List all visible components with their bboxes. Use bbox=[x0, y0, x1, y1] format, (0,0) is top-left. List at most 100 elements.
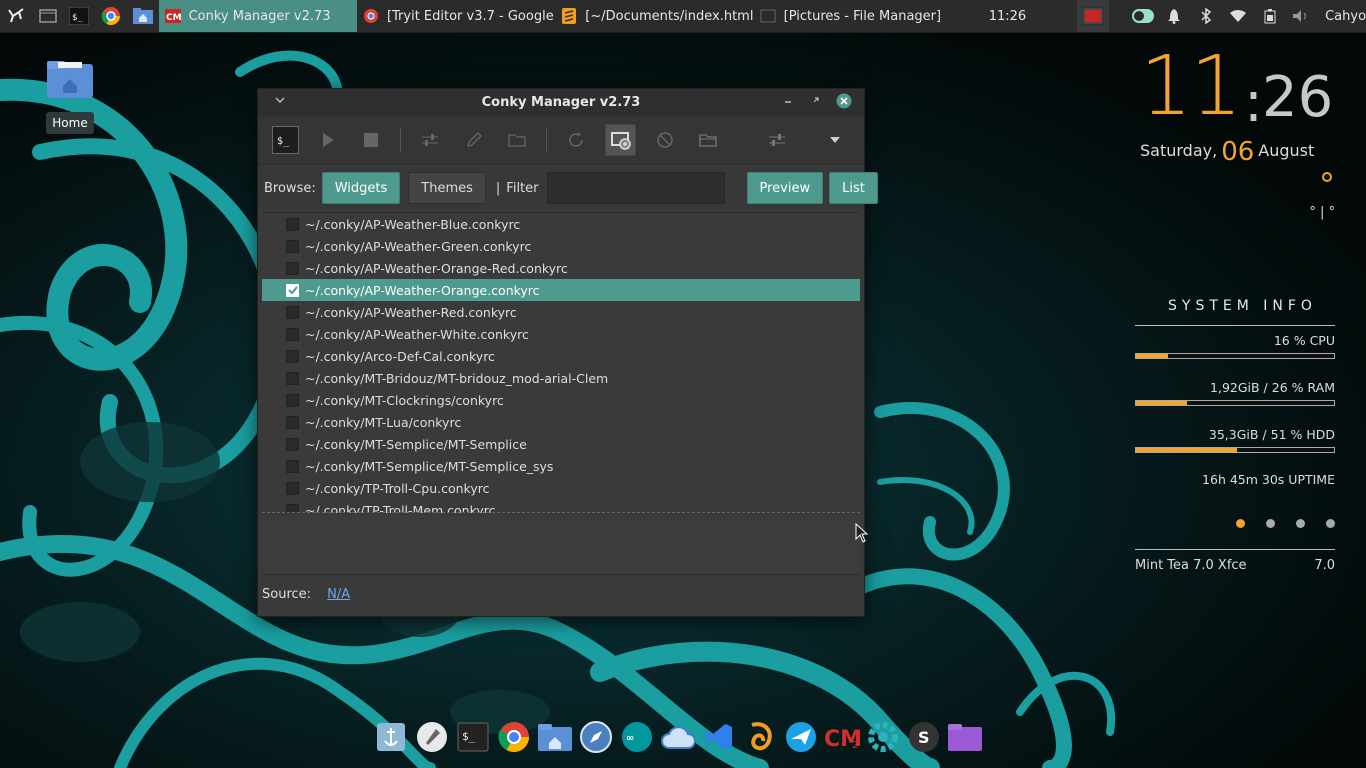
window-icon bbox=[38, 9, 57, 23]
filter-input[interactable] bbox=[546, 172, 725, 204]
panel-clock[interactable]: 11:26 bbox=[968, 9, 1047, 24]
widget-checkbox[interactable] bbox=[286, 393, 299, 407]
task-file-manager[interactable]: [Pictures - File Manager] bbox=[754, 0, 972, 32]
page-dot[interactable] bbox=[1326, 519, 1335, 528]
widget-checkbox[interactable] bbox=[286, 305, 299, 319]
edit-file-button[interactable] bbox=[459, 125, 487, 155]
widget-list-row[interactable]: ~/.conky/Arco-Def-Cal.conkyrc bbox=[262, 345, 860, 367]
task-sublime[interactable]: [~/Documents/index.html ... bbox=[555, 0, 754, 32]
widgets-button[interactable]: Widgets bbox=[321, 172, 401, 204]
page-dot[interactable] bbox=[1296, 519, 1305, 528]
widget-list-row[interactable]: ~/.conky/AP-Weather-Orange-Red.conkyrc bbox=[262, 257, 860, 279]
widget-checkbox[interactable] bbox=[286, 437, 299, 451]
kill-all-button[interactable] bbox=[651, 125, 679, 155]
maximize-icon[interactable] bbox=[810, 94, 822, 110]
widget-checkbox[interactable] bbox=[286, 415, 299, 429]
sysinfo-divider bbox=[1135, 325, 1335, 326]
dock-arduino[interactable]: ∞ bbox=[619, 719, 655, 755]
page-dot-active[interactable] bbox=[1236, 519, 1245, 528]
widget-list-row[interactable]: ~/.conky/MT-Bridouz/MT-bridouz_mod-arial… bbox=[262, 367, 860, 389]
themes-button[interactable]: Themes bbox=[408, 172, 486, 204]
s-app-icon: S bbox=[908, 722, 939, 752]
dock-conky-manager[interactable]: CM 2 bbox=[824, 719, 860, 755]
window-titlebar[interactable]: Conky Manager v2.73 bbox=[258, 89, 864, 116]
widget-list-row[interactable]: ~/.conky/AP-Weather-Blue.conkyrc bbox=[262, 213, 860, 235]
dock-sublime[interactable] bbox=[742, 719, 778, 755]
widget-path: ~/.conky/TP-Troll-Cpu.conkyrc bbox=[305, 480, 490, 496]
widget-checkbox[interactable] bbox=[286, 481, 299, 495]
widget-list-row[interactable]: ~/.conky/TP-Troll-Cpu.conkyrc bbox=[262, 477, 860, 499]
page-dot[interactable] bbox=[1266, 519, 1275, 528]
widget-list-row[interactable]: ~/.conky/TP-Troll-Mem.conkyrc bbox=[262, 499, 860, 513]
start-button[interactable] bbox=[314, 125, 342, 155]
chrome-launcher[interactable] bbox=[95, 0, 127, 32]
play-icon bbox=[322, 133, 334, 147]
toggle-tray[interactable] bbox=[1127, 0, 1159, 32]
desktop-home-shortcut[interactable]: Home bbox=[44, 60, 96, 134]
show-desktop-button[interactable] bbox=[32, 0, 64, 32]
battery-tray[interactable] bbox=[1254, 0, 1286, 32]
widget-list-row[interactable]: ~/.conky/AP-Weather-Green.conkyrc bbox=[262, 235, 860, 257]
minimize-icon[interactable] bbox=[782, 94, 794, 110]
terminal-launcher[interactable]: $_ bbox=[63, 0, 95, 32]
task-conky-manager[interactable]: CM Conky Manager v2.73 bbox=[158, 0, 357, 32]
dock-s-app[interactable]: S bbox=[906, 719, 942, 755]
widget-list-row[interactable]: ~/.conky/AP-Weather-Orange.conkyrc bbox=[262, 279, 860, 301]
close-icon[interactable] bbox=[836, 93, 852, 113]
dock-anchor[interactable] bbox=[373, 719, 409, 755]
stop-button[interactable] bbox=[357, 125, 385, 155]
widget-checkbox[interactable] bbox=[286, 283, 299, 297]
bluetooth-tray[interactable] bbox=[1190, 0, 1222, 32]
dock-terminal[interactable]: $_ bbox=[455, 719, 491, 755]
widget-checkbox[interactable] bbox=[286, 261, 299, 275]
app-settings-button[interactable] bbox=[762, 125, 790, 155]
conky-manager-tray[interactable] bbox=[1077, 0, 1109, 32]
widget-path: ~/.conky/AP-Weather-Red.conkyrc bbox=[305, 304, 517, 320]
widget-list-row[interactable]: ~/.conky/MT-Lua/conkyrc bbox=[262, 411, 860, 433]
task-chrome[interactable]: [Tryit Editor v3.7 - Google ... bbox=[357, 0, 555, 32]
cpu-text: 16 % CPU bbox=[1273, 333, 1335, 348]
browse-folder-button[interactable] bbox=[694, 125, 722, 155]
widget-checkbox[interactable] bbox=[286, 217, 299, 231]
preview-button[interactable]: Preview bbox=[746, 172, 824, 204]
widget-list-row[interactable]: ~/.conky/MT-Clockrings/conkyrc bbox=[262, 389, 860, 411]
weekday: Saturday, bbox=[1140, 141, 1218, 160]
dock-home-folder[interactable] bbox=[537, 719, 573, 755]
widget-list-row[interactable]: ~/.conky/AP-Weather-Red.conkyrc bbox=[262, 301, 860, 323]
widget-list-row[interactable]: ~/.conky/AP-Weather-White.conkyrc bbox=[262, 323, 860, 345]
widget-checkbox[interactable] bbox=[286, 327, 299, 341]
file-manager-launcher[interactable] bbox=[127, 0, 159, 32]
widget-checkbox[interactable] bbox=[286, 459, 299, 473]
window-menu-chevron-icon[interactable] bbox=[274, 94, 286, 109]
desktop-home-label: Home bbox=[46, 112, 94, 134]
user-menu[interactable]: Cahyo bbox=[1325, 9, 1366, 24]
whisker-menu-button[interactable] bbox=[0, 0, 32, 32]
refresh-button[interactable] bbox=[562, 125, 590, 155]
dock-chrome[interactable] bbox=[496, 719, 532, 755]
dock-bird-app[interactable] bbox=[783, 719, 819, 755]
notifications-tray[interactable] bbox=[1159, 0, 1191, 32]
list-button[interactable]: List bbox=[829, 172, 878, 204]
generate-preview-button[interactable] bbox=[605, 124, 636, 156]
source-link[interactable]: N/A bbox=[327, 587, 350, 602]
dock-browser[interactable] bbox=[578, 719, 614, 755]
dock-vscode[interactable] bbox=[701, 719, 737, 755]
open-folder-button[interactable] bbox=[503, 125, 531, 155]
ram-bar-fill bbox=[1136, 401, 1188, 405]
widget-checkbox[interactable] bbox=[286, 239, 299, 253]
widget-list-row[interactable]: ~/.conky/MT-Semplice/MT-Semplice_sys bbox=[262, 455, 860, 477]
volume-tray[interactable] bbox=[1285, 0, 1317, 32]
dock-folder[interactable] bbox=[947, 719, 983, 755]
widget-list[interactable]: ~/.conky/AP-Weather-Blue.conkyrc ~/.conky… bbox=[262, 212, 860, 513]
dock-rocket[interactable] bbox=[414, 719, 450, 755]
widget-checkbox[interactable] bbox=[286, 349, 299, 363]
dock-settings[interactable] bbox=[865, 719, 901, 755]
terminal-button[interactable]: $_ bbox=[272, 126, 299, 154]
network-tray[interactable] bbox=[1222, 0, 1254, 32]
widget-checkbox[interactable] bbox=[286, 371, 299, 385]
widget-list-row[interactable]: ~/.conky/MT-Semplice/MT-Semplice bbox=[262, 433, 860, 455]
dock-cloud-sync[interactable] bbox=[660, 719, 696, 755]
more-menu-button[interactable] bbox=[821, 125, 849, 155]
widget-path: ~/.conky/AP-Weather-Orange-Red.conkyrc bbox=[305, 260, 568, 276]
edit-settings-button[interactable] bbox=[416, 125, 444, 155]
